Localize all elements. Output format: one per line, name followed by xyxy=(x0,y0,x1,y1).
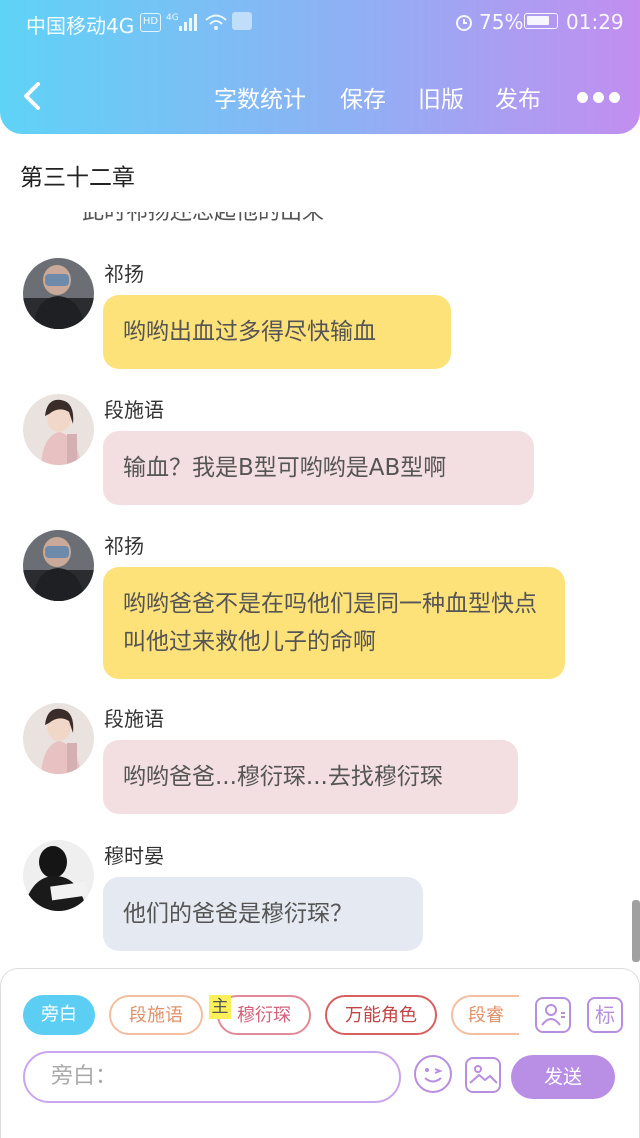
status-bar: 中国移动4G HD 4G 75% 01:29 xyxy=(0,0,640,44)
mark-button[interactable]: 标 xyxy=(587,997,623,1033)
hms-icon xyxy=(232,12,252,30)
avatar[interactable] xyxy=(23,840,94,911)
role-chip-duan-rui[interactable]: 段睿 xyxy=(451,995,519,1035)
emoji-icon[interactable] xyxy=(414,1055,452,1093)
role-chip-universal[interactable]: 万能角色 xyxy=(325,995,437,1035)
input-panel: 旁白 段施语 穆衍琛 主 万能角色 段睿 标 发送 xyxy=(0,968,640,1138)
avatar[interactable] xyxy=(23,258,94,329)
wifi-icon xyxy=(205,14,227,30)
image-icon[interactable] xyxy=(465,1057,501,1093)
old-version-button[interactable]: 旧版 xyxy=(418,80,464,114)
main-role-badge: 主 xyxy=(209,995,231,1019)
chat-list[interactable]: 此时祁扬还忘起他的出来 祁扬 哟哟出血过多得尽快输血 段施语 输血？我是B型可哟… xyxy=(0,212,640,968)
message-bubble[interactable]: 他们的爸爸是穆衍琛？ xyxy=(103,877,423,951)
role-chip-narration[interactable]: 旁白 xyxy=(23,995,95,1035)
chapter-bar: 第三十二章 xyxy=(0,134,640,213)
chapter-title[interactable]: 第三十二章 xyxy=(20,158,135,192)
role-chip-duan-shiyu[interactable]: 段施语 xyxy=(109,995,203,1035)
message-input-box[interactable] xyxy=(23,1051,401,1103)
sender-name: 祁扬 xyxy=(104,262,144,286)
message-bubble[interactable]: 哟哟爸爸...穆衍琛...去找穆衍琛 xyxy=(103,740,518,814)
sender-name: 祁扬 xyxy=(104,534,144,558)
save-button[interactable]: 保存 xyxy=(340,80,386,114)
role-chip-mu-yanchen[interactable]: 穆衍琛 xyxy=(217,995,311,1035)
avatar[interactable] xyxy=(23,394,94,465)
back-arrow-icon[interactable] xyxy=(20,76,48,116)
message-input[interactable] xyxy=(49,1063,383,1090)
alarm-icon xyxy=(456,15,472,31)
publish-button[interactable]: 发布 xyxy=(495,80,541,114)
sender-name: 段施语 xyxy=(104,398,164,422)
message-bubble[interactable]: 输血？我是B型可哟哟是AB型啊 xyxy=(103,431,534,505)
partial-message-text: 此时祁扬还忘起他的出来 xyxy=(82,212,325,225)
svg-text:4G: 4G xyxy=(166,13,179,23)
sender-name: 穆时晏 xyxy=(104,844,164,868)
signal-icon: 4G xyxy=(166,13,197,31)
clock-time: 01:29 xyxy=(566,10,624,34)
hd-badge-icon: HD xyxy=(140,13,161,32)
message-bubble[interactable]: 哟哟爸爸不是在吗他们是同一种血型快点叫他过来救他儿子的命啊 xyxy=(103,567,565,679)
battery-icon xyxy=(524,13,558,29)
scrollbar[interactable] xyxy=(632,900,640,962)
message-bubble[interactable]: 哟哟出血过多得尽快输血 xyxy=(103,295,451,369)
avatar[interactable] xyxy=(23,530,94,601)
more-options-icon[interactable] xyxy=(572,88,622,103)
word-count-button[interactable]: 字数统计 xyxy=(214,80,306,114)
battery-percent: 75% xyxy=(479,10,524,34)
app-header: 中国移动4G HD 4G 75% 01:29 字数统计 保存 旧版 发布 xyxy=(0,0,640,134)
add-role-icon[interactable] xyxy=(535,997,571,1033)
sender-name: 段施语 xyxy=(104,707,164,731)
avatar[interactable] xyxy=(23,703,94,774)
carrier-label: 中国移动4G xyxy=(26,14,135,38)
send-button[interactable]: 发送 xyxy=(511,1055,615,1099)
